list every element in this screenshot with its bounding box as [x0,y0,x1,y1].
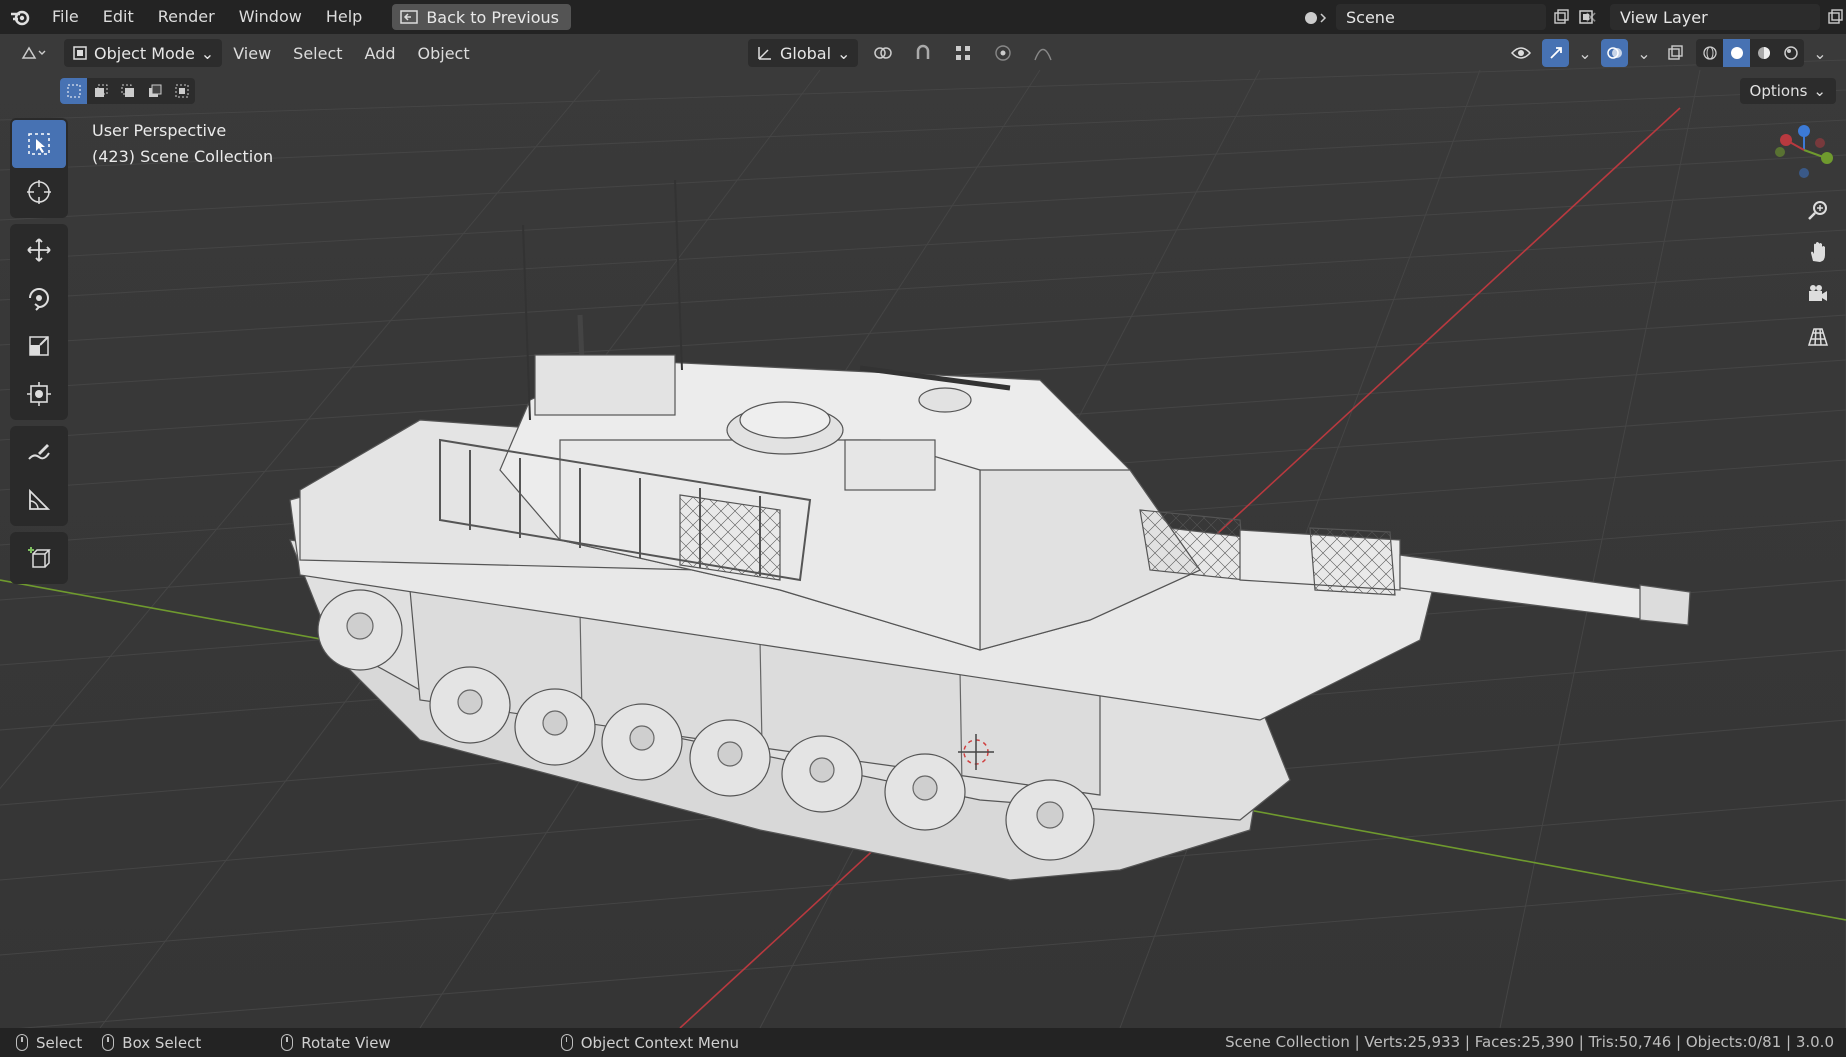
pivot-point-icon[interactable] [868,40,898,66]
gizmo-icon[interactable] [1542,39,1569,67]
editor-type-icon[interactable] [14,40,54,66]
move-tool-icon[interactable] [12,226,66,274]
select-intersect-icon[interactable] [168,78,195,104]
header-menu-select[interactable]: Select [282,44,353,63]
scene-statistics: Scene Collection | Verts:25,933 | Faces:… [1225,1033,1834,1051]
wireframe-shading-icon[interactable] [1696,39,1723,67]
camera-view-icon[interactable] [1800,276,1836,312]
back-icon [400,10,419,24]
status-select-label: Select [36,1033,83,1052]
select-extend-icon[interactable] [87,78,114,104]
status-select: Select [16,1034,82,1052]
collection-label: (423) Scene Collection [92,147,274,166]
measure-tool-icon[interactable] [12,476,66,524]
menu-window[interactable]: Window [227,0,314,34]
visibility-eye-icon[interactable] [1506,40,1536,66]
select-subtract-icon[interactable] [114,78,141,104]
status-box-select: Box Select [102,1034,201,1052]
tool-shelf [10,118,68,590]
object-mode-label: Object Mode [94,43,195,63]
select-new-icon[interactable] [60,78,87,104]
axis-gizmo[interactable] [1756,118,1846,188]
mouse-middle-icon [281,1034,294,1051]
pan-hand-icon[interactable] [1800,234,1836,270]
rotate-tool-icon[interactable] [12,274,66,322]
select-invert-icon[interactable] [141,78,168,104]
annotate-tool-icon[interactable] [12,428,66,476]
scene-field[interactable]: Scene [1336,4,1546,30]
new-view-layer-icon[interactable] [1820,4,1846,30]
menu-help[interactable]: Help [314,0,374,34]
mouse-right-icon [560,1034,573,1051]
blender-logo-icon[interactable] [0,0,40,34]
transform-orientation-dropdown[interactable]: Global ⌄ [748,39,859,67]
falloff-icon[interactable] [1028,40,1058,66]
status-rotate-view: Rotate View [281,1033,391,1052]
status-context-menu: Object Context Menu [560,1033,740,1052]
chevron-down-icon: ⌄ [200,43,215,63]
header-menu-object[interactable]: Object [407,44,481,63]
perspective-toggle-icon[interactable] [1800,318,1836,354]
options-dropdown[interactable]: Options ⌄ [1739,78,1836,104]
status-context-menu-label: Object Context Menu [580,1033,740,1052]
snap-toggle-icon[interactable] [908,40,938,66]
gizmo-toggle[interactable] [1542,39,1569,67]
status-rotate-view-label: Rotate View [301,1033,391,1052]
top-menu-bar: File Edit Render Window Help Back to Pre… [0,0,1846,34]
rendered-shading-icon[interactable] [1777,39,1804,67]
zoom-icon[interactable] [1800,192,1836,228]
select-box-tool-icon[interactable] [12,120,66,168]
mouse-drag-icon [102,1034,115,1051]
scene-icon[interactable] [1296,4,1336,30]
options-label: Options [1749,82,1808,100]
overlays-dropdown-icon[interactable]: ⌄ [1634,40,1654,66]
menu-render[interactable]: Render [146,0,227,34]
add-cube-tool-icon[interactable] [12,534,66,582]
orientation-icon [758,47,771,60]
cursor-tool-icon[interactable] [12,168,66,216]
back-to-previous-button[interactable]: Back to Previous [392,4,572,30]
header-menu-add[interactable]: Add [354,44,407,63]
selection-mode-group [60,78,195,104]
view-layer-selector[interactable]: View Layer [1570,4,1846,30]
shading-mode-group[interactable] [1696,39,1804,67]
object-mode-dropdown[interactable]: Object Mode ⌄ [64,39,223,67]
perspective-label: User Perspective [92,121,227,140]
header-menu-view[interactable]: View [222,44,282,63]
overlays-toggle[interactable] [1601,39,1628,67]
menu-edit[interactable]: Edit [91,0,146,34]
snap-target-icon[interactable] [948,40,978,66]
overlays-icon[interactable] [1601,39,1628,67]
mouse-left-icon [16,1034,28,1051]
material-shading-icon[interactable] [1750,39,1777,67]
viewport-header: Object Mode ⌄ View Select Add Object Glo… [0,34,1846,72]
object-mode-icon [73,46,87,60]
view-layer-icon[interactable] [1570,4,1610,30]
3d-viewport[interactable] [0,0,1846,1028]
shading-dropdown-icon[interactable]: ⌄ [1810,40,1830,66]
solid-shading-icon[interactable] [1723,39,1750,67]
status-bar: Select Box Select Rotate View Object Con… [0,1028,1846,1057]
status-box-select-label: Box Select [122,1033,202,1052]
chevron-down-icon: ⌄ [837,43,851,63]
view-layer-field[interactable]: View Layer [1610,4,1820,30]
xray-icon[interactable] [1660,40,1690,66]
gizmo-dropdown-icon[interactable]: ⌄ [1575,40,1595,66]
orientation-label: Global [780,43,832,63]
scene-selector[interactable]: Scene ✕ [1296,4,1606,30]
transform-tool-icon[interactable] [12,370,66,418]
menu-file[interactable]: File [40,0,91,34]
scale-tool-icon[interactable] [12,322,66,370]
viewport-info: User Perspective (423) Scene Collection [92,118,273,170]
back-to-previous-label: Back to Previous [426,7,560,27]
proportional-editing-icon[interactable] [988,40,1018,66]
navigation-gizmo[interactable] [1756,118,1846,378]
chevron-down-icon: ⌄ [1813,82,1826,100]
